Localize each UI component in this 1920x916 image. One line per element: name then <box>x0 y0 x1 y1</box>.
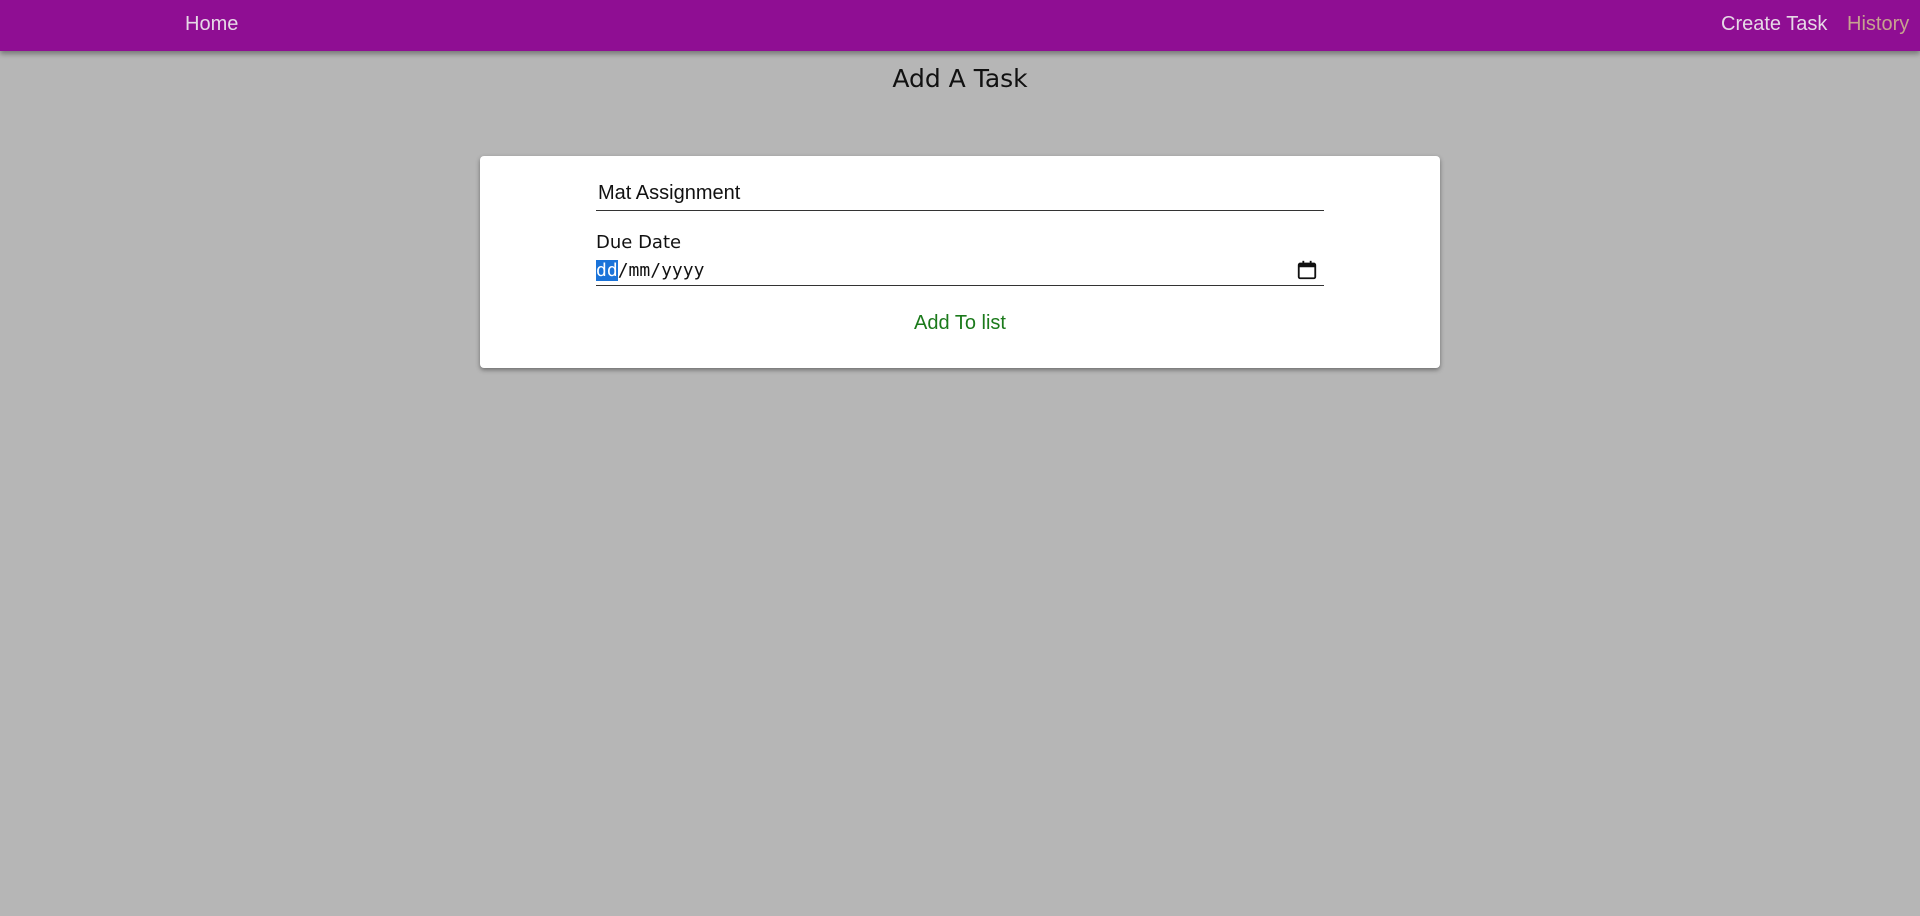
date-segments: dd/mm/yyyy <box>596 260 704 281</box>
top-navbar: Home Create Task History <box>0 0 1920 51</box>
date-separator: / <box>617 260 629 281</box>
task-name-input[interactable] <box>596 177 1324 211</box>
add-to-list-button[interactable]: Add To list <box>480 312 1440 335</box>
due-date-input[interactable]: dd/mm/yyyy <box>596 257 1324 286</box>
date-month-segment[interactable]: mm <box>629 260 651 281</box>
page-title: Add A Task <box>892 64 1028 93</box>
nav-create-task-link[interactable]: Create Task <box>1721 13 1827 36</box>
nav-home-link[interactable]: Home <box>185 13 238 36</box>
due-date-label: Due Date <box>596 232 682 253</box>
date-year-segment[interactable]: yyyy <box>661 260 704 281</box>
date-separator: / <box>650 260 662 281</box>
date-day-segment[interactable]: dd <box>596 260 618 281</box>
calendar-icon[interactable] <box>1296 259 1318 281</box>
add-task-card: Due Date dd/mm/yyyy Add To list <box>480 156 1440 368</box>
nav-history-link[interactable]: History <box>1847 13 1909 36</box>
